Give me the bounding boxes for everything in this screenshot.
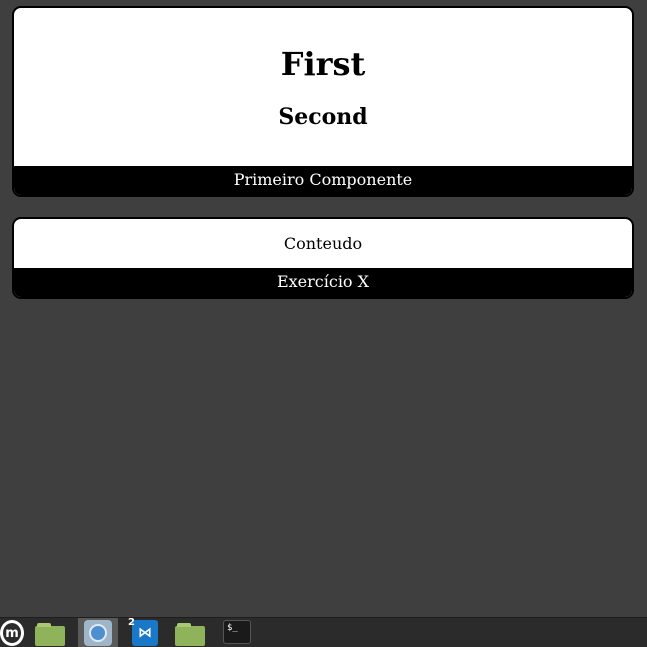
folder-icon xyxy=(35,623,65,646)
card-body: First Second xyxy=(14,8,632,166)
window-count-badge: 2 xyxy=(128,617,135,628)
content-text: Conteudo xyxy=(283,234,363,253)
taskbar-item-browser[interactable] xyxy=(78,618,118,647)
taskbar: m ⋈ $_ xyxy=(0,617,647,647)
card-footer-label: Primeiro Componente xyxy=(14,166,632,195)
taskbar-item-terminal[interactable]: $_ xyxy=(220,618,254,647)
card-body: Conteudo xyxy=(14,219,632,268)
taskbar-item-folder[interactable] xyxy=(172,618,208,647)
heading-second: Second xyxy=(278,104,368,130)
taskbar-item-files[interactable] xyxy=(32,618,68,647)
terminal-icon: $_ xyxy=(223,620,251,644)
menu-logo-letter: m xyxy=(5,625,19,641)
exercise-card: Conteudo Exercício X xyxy=(12,217,634,299)
first-component-card: First Second Primeiro Componente xyxy=(12,6,634,197)
heading-first: First xyxy=(280,45,366,83)
card-footer-label: Exercício X xyxy=(14,268,632,297)
mint-menu-icon: m xyxy=(0,620,24,646)
vscode-icon: ⋈ xyxy=(132,620,158,646)
menu-button[interactable]: m xyxy=(0,618,24,647)
folder-icon xyxy=(175,623,205,646)
browser-icon xyxy=(84,620,112,646)
